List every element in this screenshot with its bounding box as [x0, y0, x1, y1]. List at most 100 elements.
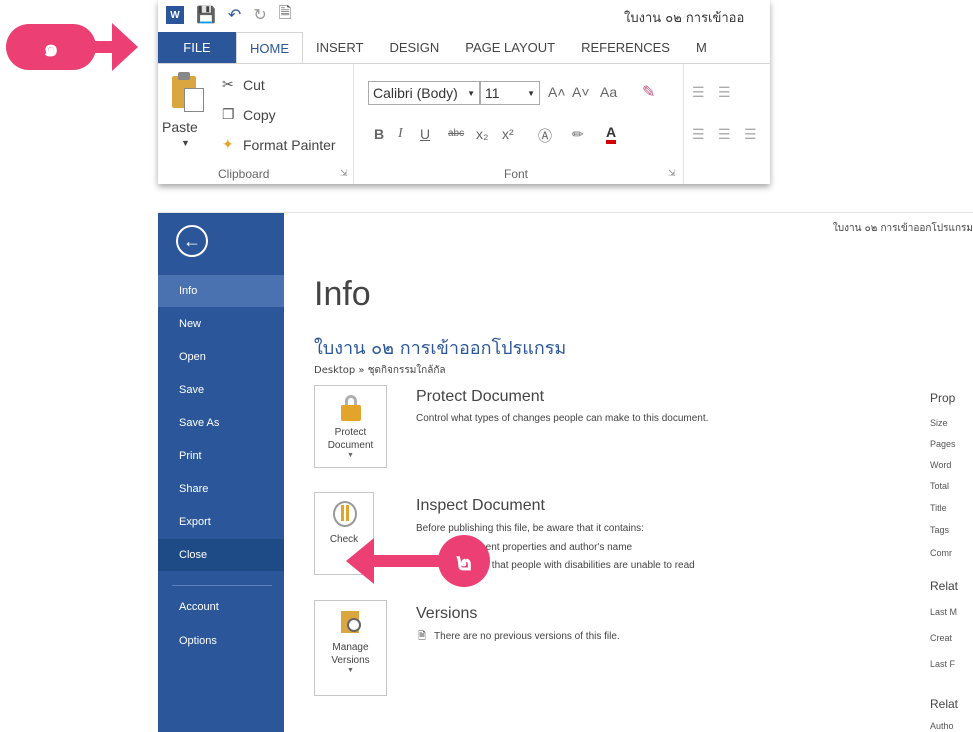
tab-design[interactable]: DESIGN: [376, 32, 452, 63]
change-case-button[interactable]: Aa: [600, 84, 617, 100]
date-label: Creat: [930, 633, 953, 643]
nav-divider: [172, 585, 272, 586]
date-label: Last F: [930, 659, 956, 669]
nav-print[interactable]: Print: [158, 440, 284, 472]
undo-icon[interactable]: ↶: [228, 5, 241, 25]
nav-open[interactable]: Open: [158, 341, 284, 373]
bullets-icon[interactable]: ☰: [692, 84, 705, 101]
copy-icon: ❐: [222, 106, 235, 122]
nav-close[interactable]: Close: [158, 539, 284, 571]
print-preview-icon[interactable]: 🗎: [279, 2, 292, 29]
versions-title: Versions: [416, 605, 478, 622]
tab-mailings[interactable]: M: [683, 32, 720, 63]
nav-new[interactable]: New: [158, 308, 284, 340]
underline-button[interactable]: U: [420, 126, 430, 142]
clipboard-launcher-icon[interactable]: ⇲: [340, 168, 348, 179]
inspect-document-title: Inspect Document: [416, 497, 545, 514]
paste-button-label[interactable]: Paste: [162, 119, 198, 135]
people-label: Autho: [930, 721, 954, 731]
superscript-button[interactable]: x²: [502, 126, 514, 142]
chevron-down-icon: ▼: [467, 88, 475, 98]
prop-label: Tags: [930, 525, 950, 535]
nav-save[interactable]: Save: [158, 374, 284, 406]
related-people-title: Relat: [930, 697, 959, 711]
tab-page-layout[interactable]: PAGE LAYOUT: [452, 32, 568, 63]
date-label: Last M: [930, 607, 958, 617]
font-name-select[interactable]: Calibri (Body) ▼: [368, 81, 480, 105]
tab-home[interactable]: HOME: [236, 32, 303, 63]
text-effects-icon[interactable]: Ⓐ: [538, 126, 552, 146]
font-color-icon[interactable]: A: [606, 124, 617, 144]
lock-icon: [335, 394, 367, 422]
step-arrow-2-shaft: [372, 555, 444, 567]
chevron-down-icon: ▼: [347, 452, 354, 459]
inspect-document-desc: Before publishing this file, be aware th…: [416, 523, 644, 534]
align-left-icon[interactable]: ☰: [692, 126, 705, 143]
backstage-sidebar: ← Info New Open Save Save As Print Share…: [158, 213, 284, 732]
clipboard-group-label: Clipboard: [218, 167, 270, 181]
backstage-view: ← Info New Open Save Save As Print Share…: [158, 212, 973, 732]
inspect-icon: [328, 501, 360, 529]
paragraph-group: ☰ ☰ ☰ ☰ ☰: [684, 64, 770, 184]
nav-export[interactable]: Export: [158, 506, 284, 538]
chevron-down-icon: ▼: [527, 88, 535, 98]
prop-label: Word: [930, 460, 952, 470]
strikethrough-button[interactable]: abc: [448, 128, 464, 139]
prop-label: Total: [930, 481, 950, 491]
italic-button[interactable]: I: [398, 126, 403, 142]
font-launcher-icon[interactable]: ⇲: [668, 168, 676, 179]
nav-save-as[interactable]: Save As: [158, 407, 284, 439]
step-badge-2: ๒: [438, 535, 490, 587]
versions-icon: [335, 609, 367, 637]
properties-title[interactable]: Prop: [930, 391, 955, 405]
step-badge-1: ๑: [6, 24, 96, 70]
paste-icon[interactable]: [172, 72, 206, 114]
tab-references[interactable]: REFERENCES: [568, 32, 683, 63]
manage-versions-button[interactable]: Manage Versions ▼: [314, 600, 387, 696]
tab-insert[interactable]: INSERT: [303, 32, 376, 63]
inspect-item: Content that people with disabilities ar…: [454, 560, 695, 571]
protect-document-button[interactable]: Protect Document ▼: [314, 385, 387, 468]
clipboard-group: Paste ▼ ✂ Cut ❐ Copy ✦ Format Painter Cl…: [158, 64, 354, 184]
font-group-label: Font: [504, 167, 529, 181]
grow-font-button[interactable]: A˄: [548, 84, 566, 100]
format-painter-button[interactable]: ✦ Format Painter: [222, 136, 336, 153]
back-arrow-icon[interactable]: ←: [176, 225, 208, 257]
prop-label: Title: [930, 503, 947, 513]
ribbon-screenshot: W 💾 ↶ ↻ 🗎 ใบงาน ๐๒ การเข้าออ FILE HOME I…: [158, 0, 770, 184]
document-name: ใบงาน ๐๒ การเข้าออกโปรแกรม: [314, 338, 567, 359]
subscript-button[interactable]: x₂: [476, 126, 488, 142]
highlight-icon[interactable]: ✏: [572, 126, 584, 143]
save-icon[interactable]: 💾: [196, 5, 216, 25]
step-arrow-1-head: [112, 23, 138, 71]
paintbrush-icon: ✦: [222, 136, 234, 152]
paste-dropdown-icon[interactable]: ▼: [181, 138, 190, 148]
nav-share[interactable]: Share: [158, 473, 284, 505]
document-path[interactable]: Desktop » ชุดกิจกรรมใกล้กัล: [314, 363, 446, 378]
versions-desc: 🗎 There are no previous versions of this …: [418, 631, 620, 642]
step-arrow-2-head: [346, 538, 374, 584]
numbering-icon[interactable]: ☰: [718, 84, 731, 101]
backstage-window-title: ใบงาน ๐๒ การเข้าออกโปรแกรม: [832, 223, 973, 234]
shrink-font-button[interactable]: A˅: [572, 84, 590, 100]
word-app-icon: W: [166, 6, 184, 24]
chevron-down-icon: ▼: [347, 667, 354, 674]
prop-label: Pages: [930, 439, 956, 449]
copy-button[interactable]: ❐ Copy: [222, 106, 276, 123]
cut-button[interactable]: ✂ Cut: [222, 76, 265, 93]
bold-button[interactable]: B: [374, 126, 384, 142]
quick-access-toolbar: W 💾 ↶ ↻ 🗎 ใบงาน ๐๒ การเข้าออ: [158, 0, 770, 30]
tab-file[interactable]: FILE: [158, 32, 236, 63]
page-title: Info: [314, 275, 371, 313]
align-right-icon[interactable]: ☰: [744, 126, 757, 143]
font-size-select[interactable]: 11 ▼: [480, 81, 540, 105]
document-icon: 🗎: [418, 631, 427, 642]
align-center-icon[interactable]: ☰: [718, 126, 731, 143]
nav-options[interactable]: Options: [158, 625, 284, 657]
clear-formatting-icon[interactable]: ✎: [642, 82, 655, 102]
nav-account[interactable]: Account: [158, 591, 284, 623]
redo-icon[interactable]: ↻: [253, 5, 266, 25]
related-dates-title: Relat: [930, 579, 959, 593]
nav-info[interactable]: Info: [158, 275, 284, 307]
protect-document-desc: Control what types of changes people can…: [416, 413, 709, 424]
